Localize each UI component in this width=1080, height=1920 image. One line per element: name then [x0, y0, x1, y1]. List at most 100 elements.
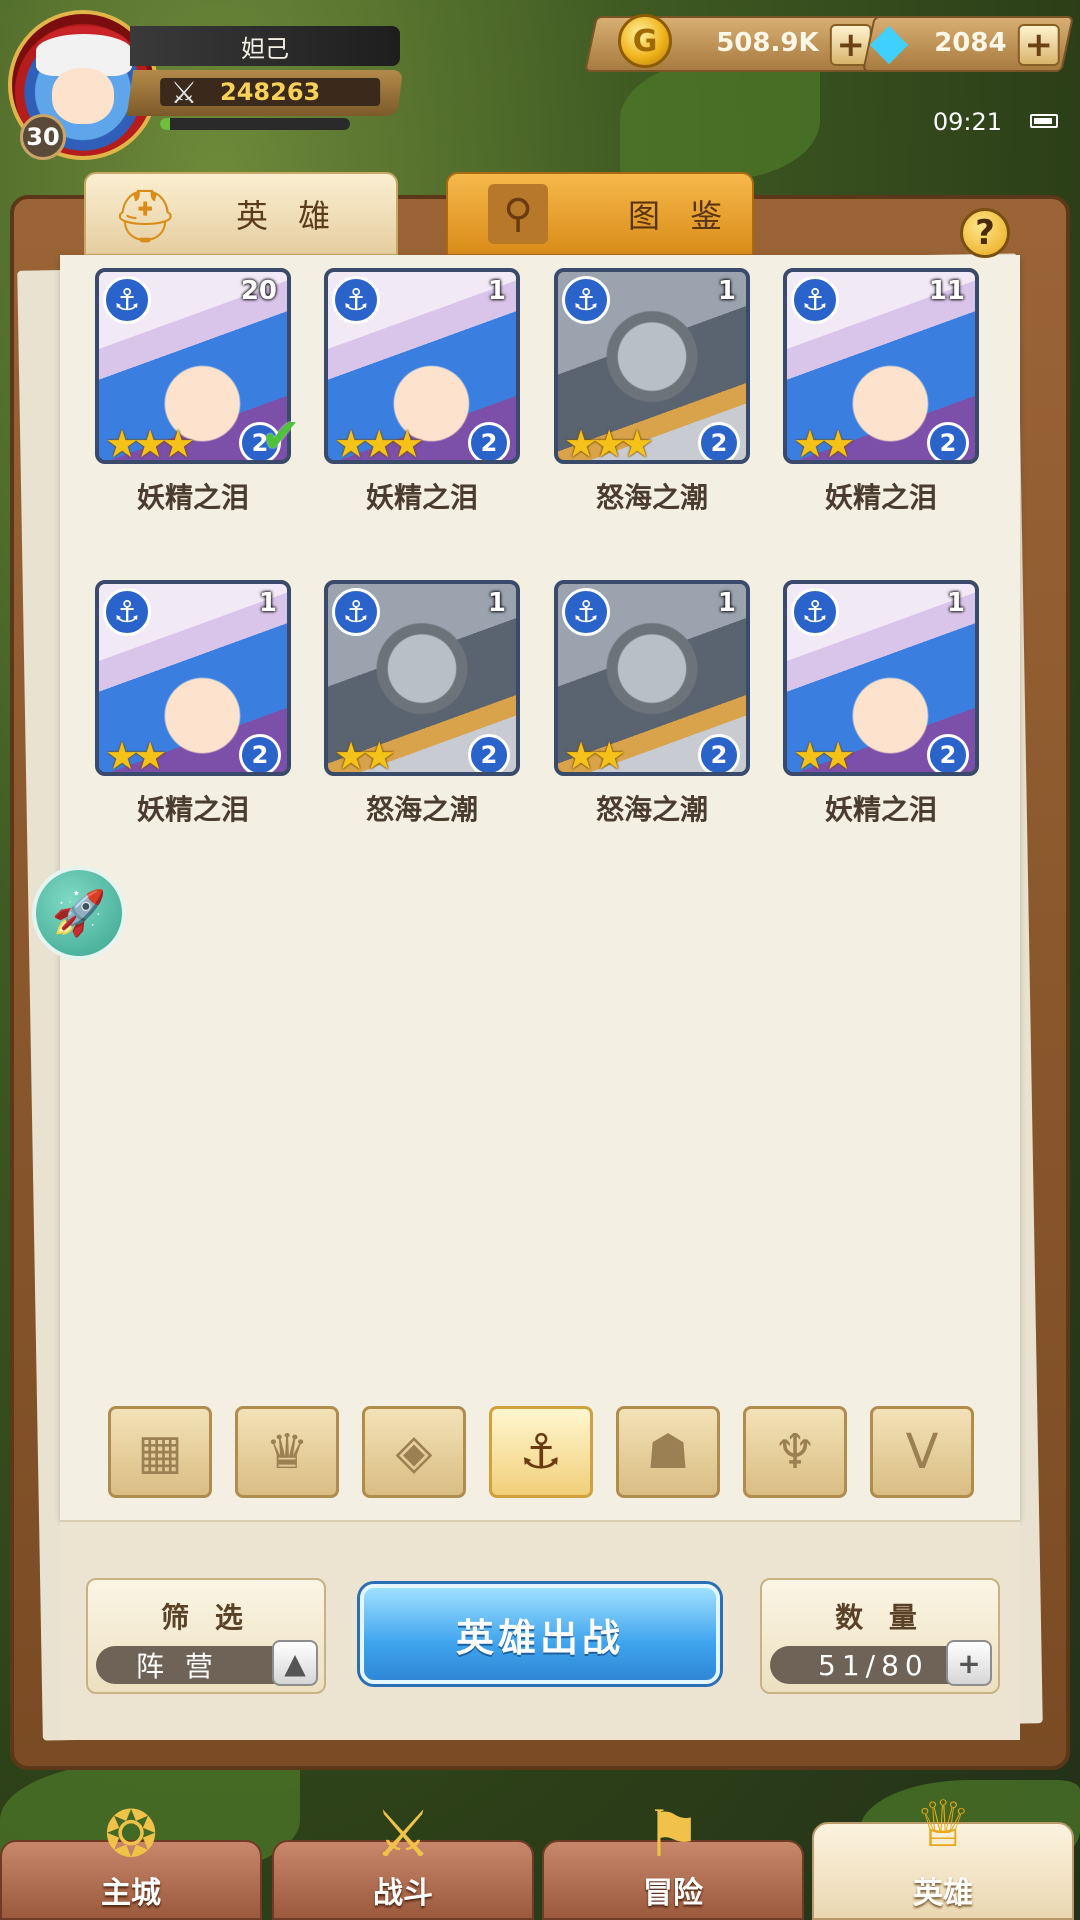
star-rating: ★★ [793, 734, 855, 776]
filter-title: 筛 选 [161, 1601, 251, 1634]
hero-card[interactable]: ⚓ 11 ★★ 2 妖精之泪 [783, 268, 979, 514]
hero-count: 1 [717, 588, 736, 618]
status-clock: 09:21 [932, 108, 1002, 136]
hero-name: 怒海之潮 [595, 481, 708, 514]
hero-name: 妖精之泪 [824, 481, 937, 514]
hero-count: 11 [928, 276, 965, 306]
tab-codex-label: 图 鉴 [628, 197, 733, 235]
tier-badge: 2 [239, 734, 281, 772]
tier-badge: 2 [698, 422, 740, 460]
quantity-box: 数 量 51/80 + [760, 1578, 1000, 1694]
filter-toggle-button[interactable]: ▲ [272, 1640, 318, 1686]
nav-label: 主城 [101, 1876, 161, 1911]
faction-filter-button[interactable]: ▦ [108, 1406, 212, 1498]
hero-portrait: ⚓ 11 ★★ 2 [783, 268, 979, 464]
helmet-icon: ⛑ [111, 186, 178, 247]
grid-icon: ▦ [137, 1424, 183, 1480]
hero-portrait: ⚓ 1 ★★ 2 [95, 580, 291, 776]
tier-badge: 2 [698, 734, 740, 772]
star-rating: ★★ [105, 734, 167, 776]
hero-portrait: ⚓ 1 ★★ 2 [324, 580, 520, 776]
hero-portrait: ⚓ 1 ★★★ 2 [554, 268, 750, 464]
faction-filter-button[interactable]: ◈ [362, 1406, 466, 1498]
hero-count: 20 [240, 276, 277, 306]
anchor-icon: ⚓ [103, 276, 151, 324]
star-rating: ★★★ [564, 422, 654, 464]
battery-icon [1030, 114, 1058, 128]
tier-badge: 2 [468, 734, 510, 772]
magnifier-icon: ⚲ [488, 184, 548, 244]
nav-label: 冒险 [643, 1876, 703, 1911]
rocket-icon: 🚀 [51, 888, 107, 939]
diamond-gem-icon: ◆ [869, 12, 909, 70]
filter-box: 筛 选 阵 营 ▲ [86, 1578, 326, 1694]
gold-amount: 508.9K [715, 28, 819, 58]
hero-count: 1 [717, 276, 736, 306]
crossed-swords-icon: ⚔ [374, 1798, 432, 1872]
exp-bar [160, 118, 350, 130]
hero-name: 妖精之泪 [365, 481, 478, 514]
tab-heroes-label: 英 雄 [236, 197, 341, 235]
hero-card[interactable]: ⚓ 1 ★★ 2 怒海之潮 [554, 580, 750, 826]
nav-item-city[interactable]: ❂ 主城 [0, 1798, 262, 1920]
nav-label: 英雄 [913, 1876, 973, 1911]
wing-v-icon: V [905, 1424, 939, 1480]
anchor-icon: ⚓ [103, 588, 151, 636]
exp-bar-fill [160, 118, 170, 130]
nav-item-battle[interactable]: ⚔ 战斗 [272, 1798, 534, 1920]
hero-card[interactable]: ⚓ 1 ★★ 2 怒海之潮 [324, 580, 520, 826]
nav-item-heroes[interactable]: ♕ 英雄 [812, 1788, 1074, 1920]
faction-filter-row: ▦ ♛ ◈ ⚓ ☗ ♆ V [108, 1406, 978, 1498]
hero-card[interactable]: ⚓ 1 ★★★ 2 怒海之潮 [554, 268, 750, 514]
gold-coin-icon: G [618, 14, 672, 68]
rocket-button[interactable]: 🚀 [32, 866, 126, 960]
chevron-diamond-icon: ◈ [395, 1424, 433, 1480]
hero-name: 妖精之泪 [824, 793, 937, 826]
tier-badge: 2 [927, 422, 969, 460]
horned-helm-icon: ♆ [773, 1424, 817, 1480]
anchor-icon: ⚓ [519, 1424, 563, 1480]
help-button[interactable]: ? [960, 208, 1010, 258]
anchor-icon: ⚓ [562, 276, 610, 324]
tab-heroes[interactable]: ⛑ 英 雄 [84, 172, 398, 256]
deploy-heroes-button[interactable]: 英雄出战 [360, 1584, 720, 1684]
anchor-icon: ⚓ [332, 588, 380, 636]
hero-count: 1 [258, 588, 277, 618]
hero-portrait: ⚓ 1 ★★★ 2 [324, 268, 520, 464]
checkmark-icon: ✔ [260, 408, 301, 464]
player-level-badge: 30 [20, 114, 66, 160]
hero-portrait: ⚓ 1 ★★ 2 [783, 580, 979, 776]
hero-portrait: ⚓ 1 ★★ 2 [554, 580, 750, 776]
anchor-icon: ⚓ [791, 588, 839, 636]
flame-crown-icon: ♛ [265, 1424, 309, 1480]
anchor-icon: ⚓ [791, 276, 839, 324]
hero-name: 怒海之潮 [595, 793, 708, 826]
faction-filter-button[interactable]: ⚓ [489, 1406, 593, 1498]
anchor-icon: ⚓ [332, 276, 380, 324]
expand-capacity-button[interactable]: + [946, 1640, 992, 1686]
hero-name: 妖精之泪 [136, 793, 249, 826]
tier-badge: 2 [468, 422, 510, 460]
tab-codex[interactable]: ⚲ 图 鉴 [446, 172, 754, 256]
star-rating: ★★★ [105, 422, 195, 464]
hero-count: 1 [487, 276, 506, 306]
quantity-title: 数 量 [835, 1601, 925, 1634]
star-rating: ★★ [793, 422, 855, 464]
castle-icon: ❂ [104, 1798, 158, 1872]
player-name: 妲己 [130, 26, 400, 66]
faction-filter-button[interactable]: ♛ [235, 1406, 339, 1498]
tier-badge: 2 [927, 734, 969, 772]
background-leaf [620, 60, 820, 180]
beast-head-icon: ☗ [646, 1424, 690, 1480]
faction-filter-button[interactable]: V [870, 1406, 974, 1498]
faction-filter-button[interactable]: ♆ [743, 1406, 847, 1498]
nav-item-adventure[interactable]: ⚑ 冒险 [542, 1798, 804, 1920]
hero-card[interactable]: ⚓ 20 ★★★ 2 ✔ 妖精之泪 [95, 268, 301, 514]
faction-filter-button[interactable]: ☗ [616, 1406, 720, 1498]
hero-card[interactable]: ⚓ 1 ★★★ 2 妖精之泪 [324, 268, 520, 514]
nav-label: 战斗 [373, 1876, 433, 1911]
add-gems-button[interactable]: + [1017, 24, 1060, 66]
hero-card[interactable]: ⚓ 1 ★★ 2 妖精之泪 [783, 580, 979, 826]
hero-card[interactable]: ⚓ 1 ★★ 2 妖精之泪 [95, 580, 291, 826]
star-rating: ★★ [334, 734, 396, 776]
